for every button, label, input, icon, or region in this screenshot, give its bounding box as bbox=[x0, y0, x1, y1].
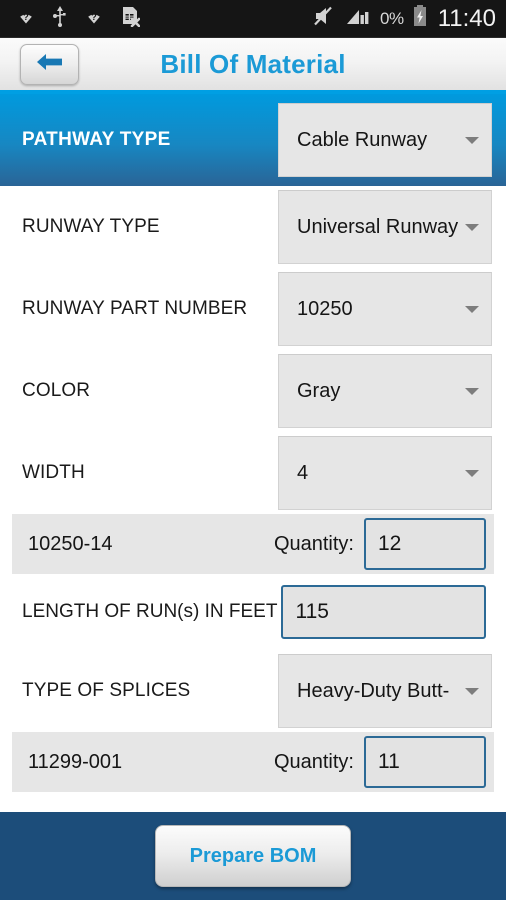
quantity-input[interactable]: 12 bbox=[364, 518, 486, 570]
clock-label: 11:40 bbox=[437, 4, 496, 32]
width-label: WIDTH bbox=[22, 462, 85, 483]
status-bar: ? ? 0% 11:40 bbox=[0, 0, 506, 38]
wifi-no-internet-icon: ? bbox=[14, 6, 38, 31]
usb-icon bbox=[52, 5, 68, 32]
status-bar-left-icons: ? ? bbox=[14, 5, 141, 32]
wifi-no-internet-icon: ? bbox=[82, 6, 106, 31]
color-label: COLOR bbox=[22, 380, 91, 401]
back-arrow-icon bbox=[35, 51, 65, 78]
pathway-type-section: PATHWAY TYPE Cable Runway bbox=[0, 94, 506, 186]
runway-type-label: RUNWAY TYPE bbox=[22, 216, 160, 237]
form-scroll-area[interactable]: RUNWAY TYPE Universal Runway RUNWAY PART… bbox=[0, 186, 506, 812]
battery-charging-icon bbox=[412, 4, 428, 33]
type-of-splices-value: Heavy-Duty Butt- bbox=[297, 679, 450, 702]
type-of-splices-dropdown[interactable]: Heavy-Duty Butt- bbox=[278, 654, 492, 728]
volume-mute-icon bbox=[312, 5, 338, 32]
runway-type-value: Universal Runway bbox=[297, 215, 459, 238]
svg-text:?: ? bbox=[23, 12, 29, 22]
quantity-input[interactable]: 11 bbox=[364, 736, 486, 788]
chevron-down-icon bbox=[465, 687, 479, 695]
form-row-length-of-run: LENGTH OF RUN(s) IN FEET 115 bbox=[0, 574, 506, 650]
runway-part-number-value: 10250 bbox=[297, 297, 353, 320]
part-number-label: 10250-14 bbox=[28, 532, 113, 555]
sim-card-error-icon bbox=[120, 5, 141, 32]
runway-part-number-dropdown[interactable]: 10250 bbox=[278, 272, 492, 346]
quantity-label: Quantity: bbox=[273, 750, 354, 773]
runway-type-dropdown[interactable]: Universal Runway bbox=[278, 190, 492, 264]
quantity-row-11299-001: 11299-001 Quantity: 11 bbox=[12, 732, 494, 792]
chevron-down-icon bbox=[465, 223, 479, 231]
chevron-down-icon bbox=[465, 305, 479, 313]
color-value: Gray bbox=[297, 379, 341, 402]
length-of-run-label: LENGTH OF RUN(s) IN FEET bbox=[22, 601, 278, 622]
prepare-bom-button[interactable]: Prepare BOM bbox=[155, 825, 351, 887]
app-root: ? ? 0% 11:40 Bill Of Material PATHWAY TY… bbox=[0, 0, 506, 900]
svg-text:?: ? bbox=[91, 12, 97, 22]
pathway-type-value: Cable Runway bbox=[297, 128, 428, 151]
form-row-type-of-splices: TYPE OF SPLICES Heavy-Duty Butt- bbox=[0, 650, 506, 732]
length-of-run-input[interactable]: 115 bbox=[281, 585, 486, 639]
battery-percent-label: 0% bbox=[379, 8, 404, 28]
signal-bars-icon bbox=[346, 5, 372, 32]
width-dropdown[interactable]: 4 bbox=[278, 436, 492, 510]
footer-bar: Prepare BOM bbox=[0, 812, 506, 900]
chevron-down-icon bbox=[465, 469, 479, 477]
type-of-splices-label: TYPE OF SPLICES bbox=[22, 680, 191, 701]
chevron-down-icon bbox=[465, 387, 479, 395]
quantity-row-10250-14: 10250-14 Quantity: 12 bbox=[12, 514, 494, 574]
title-bar: Bill Of Material bbox=[0, 38, 506, 94]
form-row-runway-part-number: RUNWAY PART NUMBER 10250 bbox=[0, 268, 506, 350]
runway-part-number-label: RUNWAY PART NUMBER bbox=[22, 298, 248, 319]
color-dropdown[interactable]: Gray bbox=[278, 354, 492, 428]
pathway-type-dropdown[interactable]: Cable Runway bbox=[278, 103, 492, 177]
form-row-color: COLOR Gray bbox=[0, 350, 506, 432]
chevron-down-icon bbox=[465, 136, 479, 144]
part-number-label: 11299-001 bbox=[28, 750, 123, 773]
back-button[interactable] bbox=[20, 43, 79, 85]
form-row-width: WIDTH 4 bbox=[0, 432, 506, 514]
status-bar-right-icons: 0% 11:40 bbox=[312, 4, 496, 33]
pathway-type-label: PATHWAY TYPE bbox=[22, 129, 171, 150]
width-value: 4 bbox=[297, 461, 309, 484]
quantity-label: Quantity: bbox=[273, 532, 354, 555]
form-row-runway-type: RUNWAY TYPE Universal Runway bbox=[0, 186, 506, 268]
